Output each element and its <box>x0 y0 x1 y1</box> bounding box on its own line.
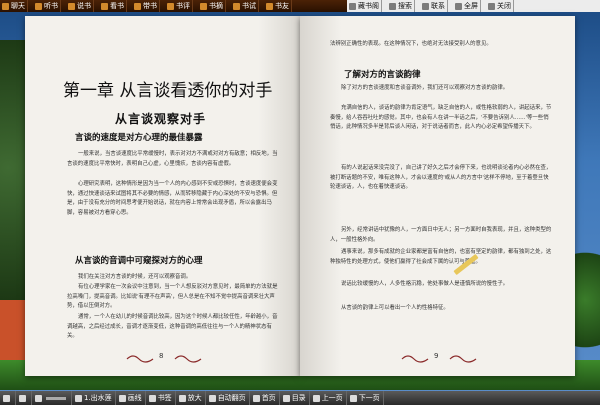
section-heading-1: 言谈的速度是对方心理的最佳暴露 <box>75 133 203 143</box>
paragraph: 一般来说，当言谈速度比平常缓慢时，表示对对方不满或对对方有敌意；相反地，当言谈的… <box>67 151 278 167</box>
toolbar-read-button[interactable]: 看书 <box>99 0 127 12</box>
volume-icon <box>35 394 42 402</box>
book-icon <box>101 2 108 10</box>
paragraph: 说话比较缓慢的人，人多性格沉稳，他处事做人是谨慎所说的慢性子。 <box>341 281 509 287</box>
contact-button[interactable]: 联系 <box>420 0 448 12</box>
ornament-icon <box>401 355 429 363</box>
prev-track-button[interactable] <box>0 391 16 405</box>
toc-button[interactable]: 目录 <box>280 391 310 405</box>
fullscreen-button[interactable]: 全屏 <box>453 0 481 12</box>
toolbar-carry-button[interactable]: 带书 <box>132 0 160 12</box>
first-page-button[interactable]: 首页 <box>250 391 280 405</box>
left-page[interactable]: 第一章 从言谈看透你的对手 从言谈观察对手 言谈的速度是对方心理的最佳暴露 一般… <box>25 16 300 376</box>
paragraph: 除了对方的言谈速度和言谈音调外，我们还可以观察对方言谈的韵律。 <box>341 85 509 91</box>
ornament-icon <box>126 355 154 363</box>
chapter-title: 第一章 从言谈看透你的对手 <box>63 81 273 101</box>
left-page-footer: 8 <box>25 352 300 366</box>
play-icon <box>19 394 26 402</box>
prev-icon <box>3 394 10 402</box>
page-number: 9 <box>434 352 439 360</box>
contact-icon <box>422 2 429 10</box>
draw-line-button[interactable]: 画线 <box>116 391 146 405</box>
section-heading-3: 了解对方的言谈韵律 <box>344 70 421 80</box>
bag-icon <box>134 2 141 10</box>
section-subtitle: 从言谈观察对手 <box>115 112 207 126</box>
paragraph: 我们在关注对方言谈的时候，还可以观察音调。 <box>78 274 192 280</box>
next-page-icon <box>349 394 357 402</box>
toolbar-friends-button[interactable]: 书友 <box>264 0 292 12</box>
comment-icon <box>167 2 174 10</box>
library-icon <box>349 2 356 10</box>
paragraph: 有位心理学家在一次会议中注意到，当一个人想反驳对方意见时，最简单的方法就是拉高嗓… <box>67 284 278 309</box>
prev-page-button[interactable]: 上一页 <box>310 391 347 405</box>
open-book: 第一章 从言谈看透你的对手 从言谈观察对手 言谈的速度是对方心理的最佳暴露 一般… <box>25 16 575 376</box>
close-button[interactable]: 关闭 <box>486 0 514 12</box>
music-icon <box>75 394 82 402</box>
zoom-in-button[interactable]: 放大 <box>176 391 206 405</box>
bottom-toolbar: 1.出水莲 画线 书签 放大 自动翻页 首页 目录 上一页 下一页 <box>0 391 600 405</box>
headphones-icon <box>35 2 42 10</box>
search-button[interactable]: 搜索 <box>387 0 415 12</box>
paragraph: 另外，经常讲话中犹豫的人，一方面日中无人；另一方面时自我表现，并且，这种类型的人… <box>330 227 552 243</box>
bookmark-icon <box>148 394 156 402</box>
chat-icon <box>2 2 9 10</box>
ornament-icon <box>449 355 477 363</box>
ornament-icon <box>174 355 202 363</box>
next-page-button[interactable]: 下一页 <box>347 391 384 405</box>
prev-page-icon <box>312 394 320 402</box>
top-right-toolbar: 藏书阁 搜索 联系 全屏 关闭 <box>347 0 600 12</box>
volume-slider[interactable] <box>46 396 66 400</box>
paragraph: 遇事来说，那多有成就的企业家都是富有自信的，也富有坚定的韵律，都有独到之处，这种… <box>330 249 552 265</box>
friends-icon <box>266 2 273 10</box>
bookmark-button[interactable]: 书签 <box>146 391 176 405</box>
auto-flip-button[interactable]: 自动翻页 <box>206 391 250 405</box>
toolbar-narrate-button[interactable]: 说书 <box>66 0 94 12</box>
toolbar-chat-button[interactable]: 聊天 <box>0 0 28 12</box>
toolbar-test-button[interactable]: 书试 <box>231 0 259 12</box>
paragraph: 法辨别正确性的表现。在这种情况下，也绝对无法接受别人的意见。 <box>330 41 492 47</box>
play-button[interactable] <box>16 391 32 405</box>
test-icon <box>233 2 240 10</box>
speech-icon <box>68 2 75 10</box>
toolbar-listen-button[interactable]: 听书 <box>33 0 61 12</box>
toc-icon <box>282 394 290 402</box>
first-page-icon <box>252 394 260 402</box>
search-icon <box>389 2 396 10</box>
paragraph: 从言谈的韵律上可以看出一个人的性格特征。 <box>341 305 449 311</box>
close-icon <box>488 2 495 10</box>
excerpt-icon <box>200 2 207 10</box>
right-page-footer: 9 <box>300 352 575 366</box>
fullscreen-icon <box>455 2 462 10</box>
volume-control[interactable] <box>32 391 72 405</box>
paragraph: 有的人说起话来没完没了，自己讲了好久之后才会停下来，也说明谈论者内心必然在查，被… <box>330 165 552 190</box>
section-heading-2: 从言谈的音调中可窥探对方的心理 <box>75 256 203 266</box>
paragraph: 心理研究表明，这种情形是因为当一个人的内心感到不安或恐惧时，言谈速度便会变快，通… <box>67 181 278 216</box>
paragraph: 充满自信的人，谈话的韵律为肯定语气，缺乏自信的人，或性格软弱的人，讲起话来，节奏… <box>330 105 552 130</box>
library-button[interactable]: 藏书阁 <box>347 0 382 12</box>
paragraph: 通常，一个人在幼儿的时候音调比较高，因为这个时候人都比较任性，年龄越小，音调越高… <box>67 314 278 339</box>
music-track-selector[interactable]: 1.出水莲 <box>72 391 116 405</box>
toolbar-excerpt-button[interactable]: 书摘 <box>198 0 226 12</box>
draw-icon <box>118 394 126 402</box>
right-page[interactable]: 法辨别正确性的表现。在这种情况下，也绝对无法接受别人的意见。 了解对方的言谈韵律… <box>300 16 575 376</box>
toolbar-review-button[interactable]: 书评 <box>165 0 193 12</box>
zoom-in-icon <box>178 394 186 402</box>
autoflip-icon <box>208 394 216 402</box>
page-number: 8 <box>159 352 164 360</box>
